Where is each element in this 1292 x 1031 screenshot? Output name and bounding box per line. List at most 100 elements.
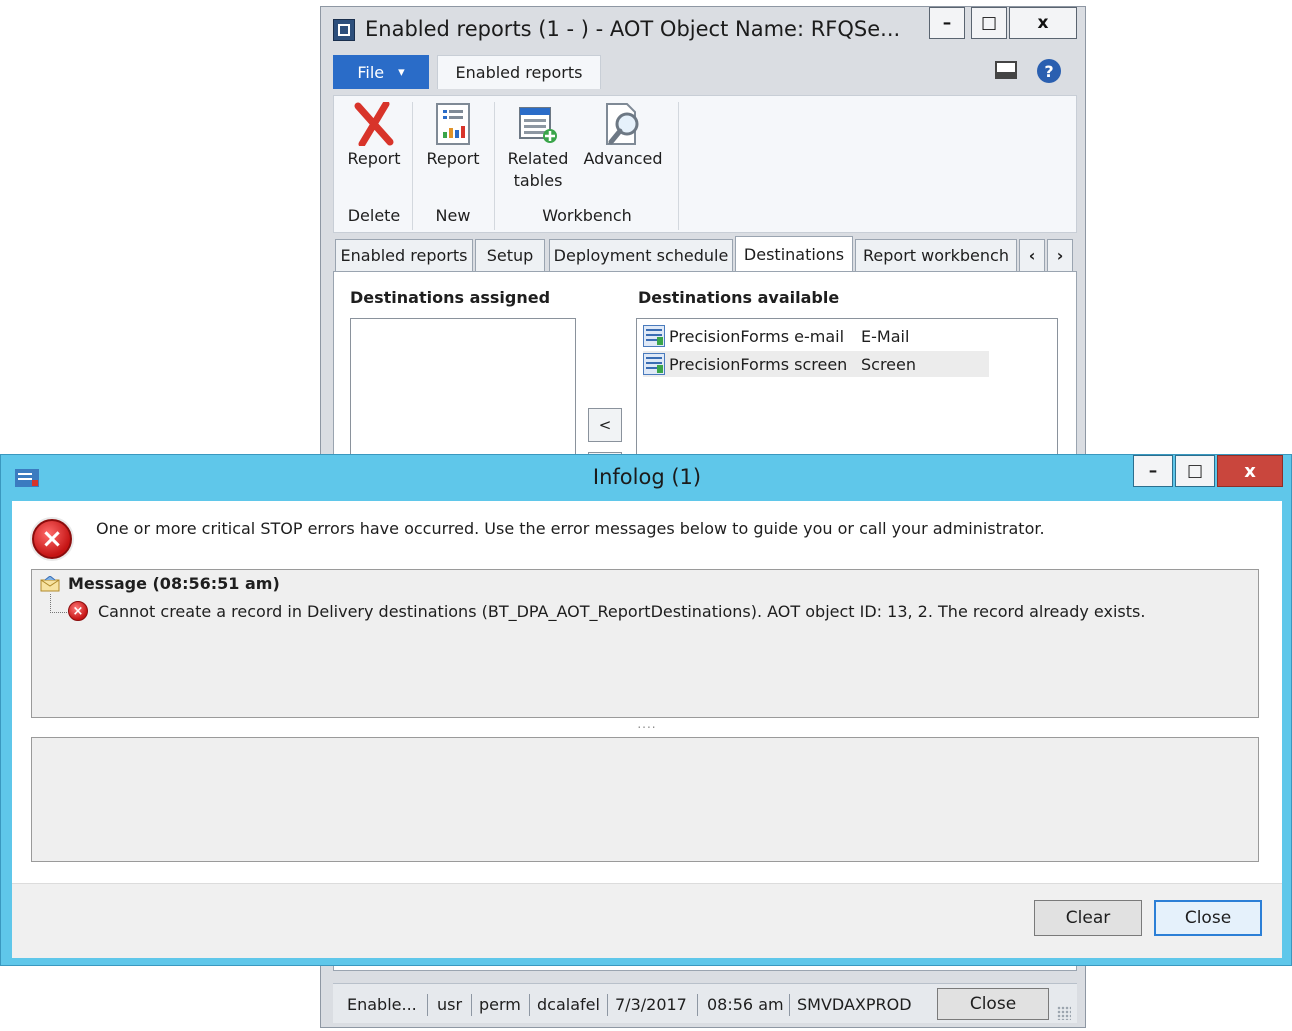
infolog-maximize-button[interactable]: □ bbox=[1175, 455, 1215, 487]
tree-connector bbox=[50, 594, 67, 613]
minimize-icon: – bbox=[942, 13, 952, 33]
app-icon bbox=[333, 19, 355, 41]
close-window-button[interactable]: x bbox=[1009, 7, 1077, 39]
layout-toggle-icon[interactable] bbox=[995, 61, 1017, 79]
tab-label: Destinations bbox=[743, 245, 845, 264]
maximize-button[interactable]: □ bbox=[971, 7, 1007, 39]
tab-label: Enabled reports bbox=[340, 246, 468, 265]
destination-grid-icon bbox=[643, 353, 665, 375]
related-tables-button[interactable]: Related tables bbox=[504, 102, 572, 192]
envelope-icon bbox=[40, 574, 60, 592]
report-icon bbox=[433, 102, 473, 146]
delete-report-label: Report bbox=[347, 149, 401, 168]
advanced-label: Advanced bbox=[583, 149, 663, 168]
infolog-close-window-button[interactable]: x bbox=[1217, 455, 1283, 487]
tab-enabled-reports-ribbon[interactable]: Enabled reports bbox=[437, 55, 601, 89]
clear-button[interactable]: Clear bbox=[1034, 900, 1142, 936]
move-left-button[interactable]: < bbox=[588, 408, 622, 442]
advanced-icon bbox=[603, 102, 643, 146]
tab-label: Report workbench bbox=[863, 246, 1009, 265]
infolog-minimize-button[interactable]: – bbox=[1133, 455, 1173, 487]
related-tables-label-2: tables bbox=[513, 171, 563, 190]
close-form-label: Close bbox=[969, 994, 1017, 1014]
critical-error-icon: × bbox=[32, 519, 72, 559]
help-icon[interactable]: ? bbox=[1037, 59, 1061, 83]
list-item[interactable]: PrecisionForms e-mail E-Mail bbox=[643, 323, 909, 349]
group-label-workbench: Workbench bbox=[542, 206, 632, 225]
status-perm: perm bbox=[479, 994, 521, 1014]
status-separator bbox=[529, 994, 530, 1016]
advanced-button[interactable]: Advanced bbox=[580, 102, 666, 170]
destination-type: E-Mail bbox=[861, 326, 910, 346]
status-bar: Enable... usr perm dcalafel 7/3/2017 08:… bbox=[333, 983, 1077, 1023]
window-title: Enabled reports (1 - ) - AOT Object Name… bbox=[365, 17, 901, 41]
infolog-dialog: Infolog (1) – □ x × One or more critical… bbox=[0, 454, 1292, 966]
infolog-button-bar: Clear Close bbox=[12, 883, 1282, 958]
tab-setup[interactable]: Setup bbox=[475, 239, 545, 271]
tab-scroll-left-button[interactable]: ‹ bbox=[1019, 239, 1045, 271]
related-tables-label-1: Related bbox=[507, 149, 569, 168]
group-separator bbox=[494, 102, 495, 230]
new-report-button[interactable]: Report bbox=[420, 102, 486, 170]
minimize-button[interactable]: – bbox=[929, 7, 965, 39]
status-date: 7/3/2017 bbox=[615, 994, 687, 1014]
tab-deployment-schedule[interactable]: Deployment schedule bbox=[549, 239, 733, 271]
message-details-box[interactable] bbox=[31, 737, 1259, 862]
red-x-icon bbox=[354, 100, 394, 148]
status-separator bbox=[427, 994, 428, 1016]
destinations-assigned-label: Destinations assigned bbox=[350, 288, 551, 307]
destination-grid-icon bbox=[643, 325, 665, 347]
close-icon: x bbox=[1037, 13, 1049, 33]
status-usr: usr bbox=[437, 994, 463, 1014]
status-separator bbox=[697, 994, 698, 1016]
group-separator bbox=[678, 102, 679, 230]
error-message-node[interactable]: × Cannot create a record in Delivery des… bbox=[68, 601, 1145, 621]
list-item[interactable]: PrecisionForms screen Screen bbox=[643, 351, 989, 377]
file-tab[interactable]: File ▾ bbox=[333, 55, 429, 89]
file-tab-label: File bbox=[357, 62, 385, 82]
message-group-node[interactable]: Message (08:56:51 am) bbox=[40, 574, 280, 593]
maximize-icon: □ bbox=[980, 13, 998, 33]
tab-enabled-reports[interactable]: Enabled reports bbox=[335, 239, 473, 271]
status-separator bbox=[607, 994, 608, 1016]
help-glyph: ? bbox=[1044, 61, 1054, 81]
message-tree[interactable]: Message (08:56:51 am) × Cannot create a … bbox=[31, 569, 1259, 718]
close-icon: x bbox=[1244, 460, 1256, 482]
status-separator bbox=[471, 994, 472, 1016]
tab-report-workbench[interactable]: Report workbench bbox=[855, 239, 1017, 271]
status-user: dcalafel bbox=[537, 994, 600, 1014]
tab-label: Deployment schedule bbox=[553, 246, 729, 265]
clear-button-label: Clear bbox=[1065, 908, 1111, 928]
group-label-new: New bbox=[435, 206, 471, 225]
resize-grip-icon[interactable] bbox=[1057, 1006, 1071, 1020]
infolog-header-message: One or more critical STOP errors have oc… bbox=[96, 519, 1045, 538]
chevron-down-icon: ▾ bbox=[398, 64, 405, 80]
tab-scroll-right-button[interactable]: › bbox=[1047, 239, 1073, 271]
maximize-icon: □ bbox=[1186, 461, 1204, 481]
ribbon: Report Delete Report New Related tables … bbox=[333, 95, 1077, 233]
status-time: 08:56 am bbox=[707, 994, 784, 1014]
error-message-text: Cannot create a record in Delivery desti… bbox=[98, 601, 1146, 621]
group-label-delete: Delete bbox=[347, 206, 401, 225]
chevron-right-icon: › bbox=[1056, 246, 1064, 265]
move-left-label: < bbox=[598, 416, 612, 434]
destination-type: Screen bbox=[861, 354, 917, 374]
group-separator bbox=[412, 102, 413, 230]
infolog-content: × One or more critical STOP errors have … bbox=[12, 501, 1282, 958]
destination-name: PrecisionForms e-mail bbox=[669, 326, 845, 346]
tab-destinations[interactable]: Destinations bbox=[735, 236, 853, 272]
close-form-button[interactable]: Close bbox=[937, 988, 1049, 1020]
status-company: Enable... bbox=[347, 994, 417, 1014]
splitter-handle[interactable]: .... bbox=[12, 717, 1282, 731]
close-button-label: Close bbox=[1184, 908, 1232, 928]
error-icon: × bbox=[68, 601, 88, 621]
status-server: SMVDAXPROD bbox=[797, 994, 912, 1014]
close-button[interactable]: Close bbox=[1154, 900, 1262, 936]
delete-report-button[interactable]: Report bbox=[342, 100, 406, 170]
tab-label: Setup bbox=[486, 246, 534, 265]
status-separator bbox=[789, 994, 790, 1016]
destination-name: PrecisionForms screen bbox=[669, 354, 848, 374]
destinations-available-label: Destinations available bbox=[638, 288, 840, 307]
minimize-icon: – bbox=[1148, 461, 1158, 481]
message-group-label: Message (08:56:51 am) bbox=[68, 574, 280, 593]
